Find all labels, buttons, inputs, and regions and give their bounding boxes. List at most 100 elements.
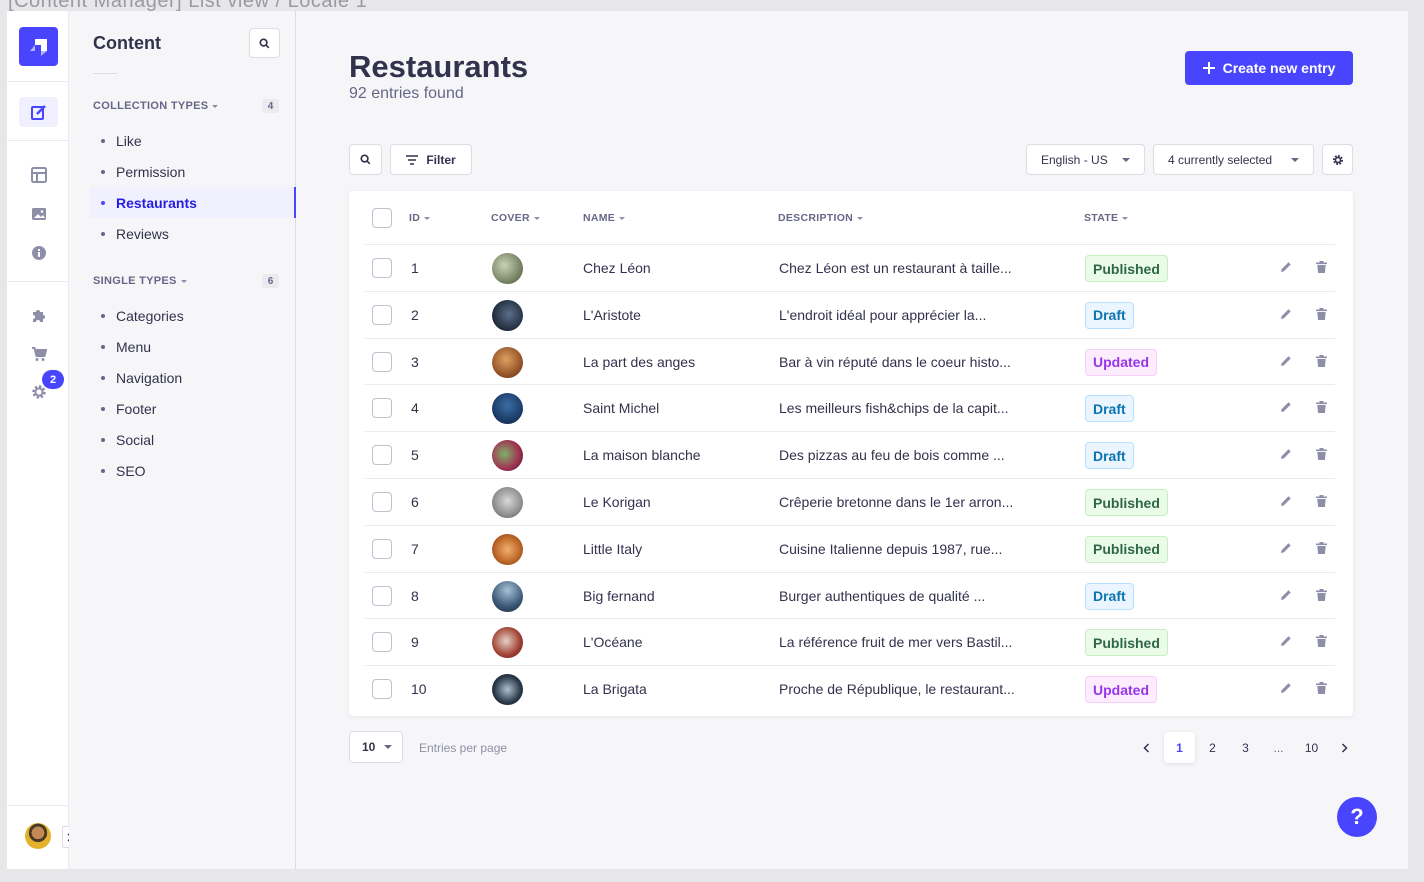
table-row[interactable]: 1 Chez Léon Chez Léon est un restaurant à … — [365, 244, 1335, 291]
edit-entry-button[interactable] — [1278, 540, 1294, 556]
table-row[interactable]: 6 Le Korigan Crêperie bretonne dans le 1er… — [365, 478, 1335, 525]
status-badge: Updated — [1085, 348, 1157, 376]
row-description: Chez Léon est un restaurant à taille... — [779, 260, 1012, 276]
edit-entry-button[interactable] — [1278, 493, 1294, 509]
edit-entry-button[interactable] — [1278, 633, 1294, 649]
column-header-name[interactable]: NAME — [583, 212, 626, 224]
subnav-item-seo[interactable]: SEO — [90, 455, 296, 486]
table-row[interactable]: 4 Saint Michel Les meilleurs fish&chips de… — [365, 384, 1335, 431]
delete-entry-button[interactable] — [1313, 353, 1329, 369]
create-entry-button[interactable]: Create new entry — [1185, 51, 1353, 85]
per-page-select[interactable]: 10 — [349, 731, 403, 763]
filter-button[interactable]: Filter — [390, 144, 472, 175]
subnav-item-reviews[interactable]: Reviews — [90, 218, 296, 249]
row-id: 4 — [411, 400, 419, 417]
rail-divider — [7, 805, 69, 806]
edit-entry-button[interactable] — [1278, 446, 1294, 462]
edit-entry-button[interactable] — [1278, 259, 1294, 275]
row-description: La référence fruit de mer vers Bastil... — [779, 634, 1013, 651]
delete-entry-button[interactable] — [1313, 306, 1329, 322]
table-row[interactable]: 8 Big fernand Burger authentiques de quali… — [365, 571, 1335, 619]
edit-entry-button[interactable] — [1278, 353, 1294, 369]
row-cover-image — [492, 580, 523, 612]
page-ellipsis: ... — [1273, 740, 1284, 755]
delete-entry-button[interactable] — [1313, 680, 1329, 696]
list-settings-button[interactable] — [1322, 144, 1353, 175]
help-button[interactable]: ? — [1337, 797, 1377, 837]
info-nav[interactable] — [19, 238, 58, 268]
edit-entry-button[interactable] — [1278, 587, 1294, 603]
content-type-builder-nav[interactable] — [19, 160, 58, 190]
page-title: Restaurants — [349, 49, 529, 84]
delete-entry-button[interactable] — [1313, 399, 1329, 415]
table-row[interactable]: 5 La maison blanche Des pizzas au feu de b… — [365, 431, 1335, 478]
row-checkbox[interactable] — [372, 679, 392, 700]
row-checkbox[interactable] — [372, 398, 392, 419]
per-page-label: Entries per page — [419, 741, 508, 755]
subnav-item-restaurants[interactable]: Restaurants — [90, 187, 296, 218]
row-checkbox[interactable] — [372, 304, 392, 325]
subnav-item-like[interactable]: Like — [90, 125, 296, 156]
page-button[interactable]: 2 — [1197, 732, 1228, 763]
strapi-logo[interactable] — [19, 27, 58, 66]
next-page-button[interactable] — [1332, 732, 1357, 763]
column-header-id[interactable]: ID — [409, 212, 431, 224]
single-types-toggle[interactable]: SINGLE TYPES — [93, 275, 187, 287]
collection-types-toggle[interactable]: COLLECTION TYPES — [93, 100, 219, 112]
row-checkbox[interactable] — [372, 585, 392, 606]
media-library-nav[interactable] — [19, 199, 58, 229]
delete-entry-button[interactable] — [1313, 446, 1329, 462]
table-search-button[interactable] — [349, 144, 382, 175]
pencil-icon — [1281, 355, 1291, 366]
table-header: ID COVER NAME DESCRIPTION STATE — [349, 191, 1353, 244]
row-checkbox[interactable] — [372, 258, 392, 278]
select-all-checkbox[interactable] — [372, 208, 392, 228]
search-icon — [360, 154, 371, 165]
table-row[interactable]: 3 La part des anges Bar à vin réputé dans … — [365, 337, 1335, 385]
row-checkbox[interactable] — [372, 538, 392, 559]
row-description: Proche de République, le restaurant... — [779, 681, 1015, 698]
page-button[interactable]: 1 — [1164, 732, 1195, 763]
delete-entry-button[interactable] — [1313, 587, 1329, 603]
locale-select[interactable]: English - US — [1026, 144, 1145, 175]
row-description: Cuisine Italienne depuis 1987, rue... — [779, 540, 1003, 557]
subnav-item-menu[interactable]: Menu — [90, 331, 296, 362]
user-avatar[interactable] — [25, 823, 51, 849]
row-checkbox[interactable] — [372, 351, 392, 372]
table-row[interactable]: 9 L'Océane La référence fruit de mer vers … — [365, 618, 1335, 665]
table-row[interactable]: 2 L'Aristote L'endroit idéal pour apprécie… — [365, 290, 1335, 338]
pencil-icon — [1281, 262, 1291, 272]
column-header-cover[interactable]: COVER — [491, 212, 540, 224]
edit-entry-button[interactable] — [1278, 399, 1294, 415]
plugins-nav[interactable] — [19, 300, 58, 330]
delete-entry-button[interactable] — [1313, 493, 1329, 509]
table-row[interactable]: 7 Little Italy Cuisine Italienne depuis 19… — [365, 524, 1335, 572]
columns-select[interactable]: 4 currently selected — [1153, 144, 1314, 175]
row-checkbox[interactable] — [372, 492, 392, 512]
delete-entry-button[interactable] — [1313, 259, 1329, 275]
row-checkbox[interactable] — [372, 632, 392, 653]
row-checkbox[interactable] — [372, 445, 392, 466]
edit-entry-button[interactable] — [1278, 306, 1294, 322]
prev-page-button[interactable] — [1134, 732, 1159, 763]
delete-entry-button[interactable] — [1313, 633, 1329, 649]
column-header-description[interactable]: DESCRIPTION — [778, 212, 864, 224]
subnav-item-categories[interactable]: Categories — [90, 300, 296, 331]
gear-icon — [1332, 154, 1343, 165]
content-manager-nav[interactable] — [19, 97, 58, 127]
page-button[interactable]: 10 — [1296, 732, 1327, 763]
marketplace-nav[interactable] — [19, 339, 58, 369]
delete-entry-button[interactable] — [1313, 540, 1329, 556]
table-row[interactable]: 10 La Brigata Proche de République, le res… — [365, 665, 1335, 712]
page-button[interactable]: 3 — [1230, 732, 1261, 763]
subnav-item-footer[interactable]: Footer — [90, 393, 296, 424]
edit-entry-button[interactable] — [1278, 680, 1294, 696]
subnav-search-button[interactable] — [249, 28, 280, 58]
subnav-item-label: Like — [116, 132, 142, 149]
subnav-item-navigation[interactable]: Navigation — [90, 362, 296, 393]
column-header-state[interactable]: STATE — [1084, 212, 1129, 224]
subnav-item-social[interactable]: Social — [90, 424, 296, 455]
row-cover-image — [492, 393, 523, 425]
subnav-item-label: SEO — [116, 462, 146, 479]
subnav-item-permission[interactable]: Permission — [90, 156, 296, 187]
